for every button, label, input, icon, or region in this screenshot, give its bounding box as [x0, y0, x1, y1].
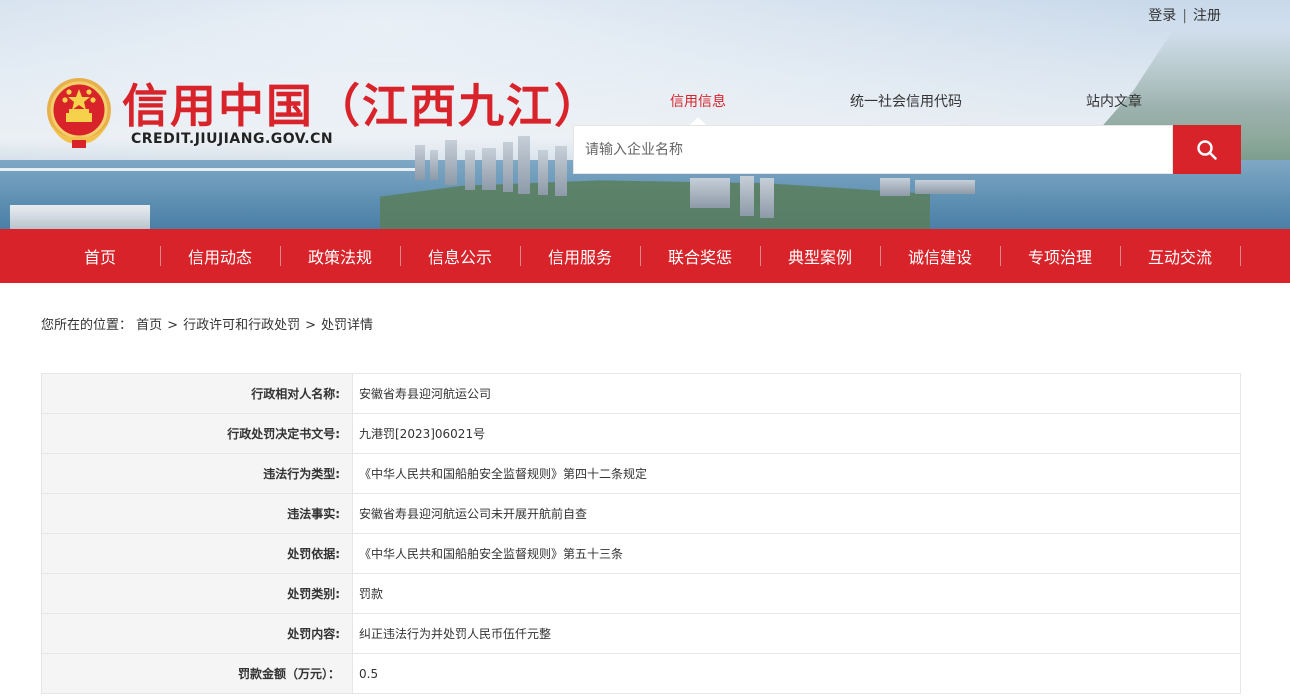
breadcrumb-separator: >: [167, 318, 179, 333]
nav-item-policies[interactable]: 政策法规: [280, 229, 400, 283]
field-label: 处罚内容:: [41, 613, 353, 654]
banner-building: [465, 150, 475, 190]
nav-item-home[interactable]: 首页: [40, 229, 160, 283]
nav-item-credit-news[interactable]: 信用动态: [160, 229, 280, 283]
nav-separator: [1240, 246, 1241, 266]
table-row: 违法行为类型: 《中华人民共和国船舶安全监督规则》第四十二条规定: [41, 453, 1241, 494]
site-domain: CREDIT.JIUJIANG.GOV.CN: [131, 131, 334, 147]
banner-building: [538, 150, 548, 195]
field-label: 违法行为类型:: [41, 453, 353, 494]
field-value: 《中华人民共和国船舶安全监督规则》第四十二条规定: [352, 453, 1241, 494]
penalty-detail-table: 行政相对人名称: 安徽省寿县迎河航运公司 行政处罚决定书文号: 九港罚[2023…: [41, 373, 1241, 694]
banner-building: [760, 178, 774, 218]
national-emblem-icon: [44, 76, 114, 150]
table-row: 行政相对人名称: 安徽省寿县迎河航运公司: [41, 373, 1241, 414]
search-tab-site-articles[interactable]: 站内文章: [1086, 91, 1142, 111]
active-tab-pointer: [690, 117, 706, 125]
login-link[interactable]: 登录: [1148, 8, 1176, 24]
main-nav: 首页 信用动态 政策法规 信息公示 信用服务 联合奖惩 典型案例 诚信建设 专项…: [0, 229, 1290, 283]
banner-building: [690, 178, 730, 208]
banner-building: [415, 145, 425, 180]
search-tab-credit-code[interactable]: 统一社会信用代码: [850, 91, 962, 111]
table-row: 行政处罚决定书文号: 九港罚[2023]06021号: [41, 413, 1241, 454]
breadcrumb-current: 处罚详情: [321, 318, 374, 333]
banner-building: [430, 150, 438, 180]
banner-building: [518, 136, 530, 194]
banner-building: [445, 140, 457, 185]
field-value: 九港罚[2023]06021号: [352, 413, 1241, 454]
account-links: 登录 | 注册: [1148, 5, 1221, 25]
table-row: 处罚内容: 纠正违法行为并处罚人民币伍仟元整: [41, 613, 1241, 654]
site-title: 信用中国（江西九江）: [122, 79, 602, 133]
banner-building: [503, 142, 513, 192]
breadcrumb-admin-penalty[interactable]: 行政许可和行政处罚: [183, 318, 300, 333]
field-label: 违法事实:: [41, 493, 353, 534]
table-row: 违法事实: 安徽省寿县迎河航运公司未开展开航前自查: [41, 493, 1241, 534]
banner-building: [740, 176, 754, 216]
field-value: 纠正违法行为并处罚人民币伍仟元整: [352, 613, 1241, 654]
register-link[interactable]: 注册: [1193, 8, 1221, 24]
nav-item-interaction[interactable]: 互动交流: [1120, 229, 1240, 283]
search-tab-credit-info[interactable]: 信用信息: [670, 91, 726, 111]
nav-item-credit-services[interactable]: 信用服务: [520, 229, 640, 283]
banner-building: [555, 146, 567, 196]
field-label: 处罚类别:: [41, 573, 353, 614]
field-value: 《中华人民共和国船舶安全监督规则》第五十三条: [352, 533, 1241, 574]
banner-building: [482, 148, 496, 190]
nav-item-special-governance[interactable]: 专项治理: [1000, 229, 1120, 283]
table-row: 处罚依据: 《中华人民共和国船舶安全监督规则》第五十三条: [41, 533, 1241, 574]
account-link-separator: |: [1182, 8, 1187, 24]
field-label: 罚款金额（万元）：: [41, 653, 353, 694]
breadcrumb-prefix: 您所在的位置：: [41, 318, 133, 333]
field-value: 罚款: [352, 573, 1241, 614]
banner-building: [10, 205, 150, 229]
nav-item-rewards-penalties[interactable]: 联合奖惩: [640, 229, 760, 283]
field-label: 行政相对人名称:: [41, 373, 353, 414]
breadcrumb-separator: >: [305, 318, 316, 333]
search-box: [573, 125, 1173, 174]
nav-item-public-info[interactable]: 信息公示: [400, 229, 520, 283]
nav-item-integrity-building[interactable]: 诚信建设: [880, 229, 1000, 283]
nav-item-typical-cases[interactable]: 典型案例: [760, 229, 880, 283]
banner-building: [915, 180, 975, 194]
table-row: 处罚类别: 罚款: [41, 573, 1241, 614]
field-value: 安徽省寿县迎河航运公司: [352, 373, 1241, 414]
table-row: 罚款金额（万元）： 0.5: [41, 653, 1241, 694]
breadcrumb-home[interactable]: 首页: [136, 318, 162, 333]
banner-building: [880, 178, 910, 196]
field-value: 0.5: [352, 653, 1241, 694]
search-icon: [1197, 139, 1217, 160]
search-input[interactable]: [574, 126, 1172, 173]
banner-bridge: [0, 168, 420, 171]
field-label: 处罚依据:: [41, 533, 353, 574]
field-value: 安徽省寿县迎河航运公司未开展开航前自查: [352, 493, 1241, 534]
field-label: 行政处罚决定书文号:: [41, 413, 353, 454]
search-button[interactable]: [1173, 125, 1241, 174]
breadcrumb: 您所在的位置： 首页 > 行政许可和行政处罚 > 处罚详情: [41, 314, 373, 333]
